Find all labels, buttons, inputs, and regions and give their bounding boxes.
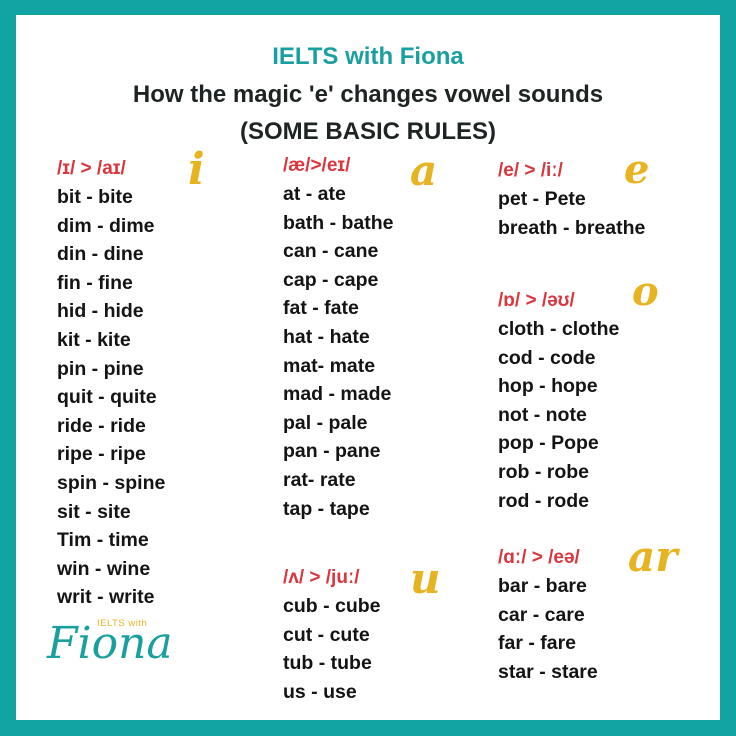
word-pair: kit - kite — [57, 328, 131, 351]
letter-a-icon: a — [410, 146, 438, 195]
word-pair: bit - bite — [57, 186, 133, 208]
word-pair: pin - pine — [57, 357, 144, 380]
word-pair: star - stare — [498, 660, 598, 683]
page-title: How the magic 'e' changes vowel sounds — [132, 81, 604, 108]
ipa-rule: /ɒ/ > /əʊ/ — [498, 290, 575, 311]
letter-u-icon: u — [410, 554, 441, 603]
word-pair: ripe - ripe — [57, 443, 146, 466]
ipa-rule: /ɑː/ > /eə/ — [498, 547, 580, 568]
word-pair: cap - cape — [283, 268, 379, 291]
word-pair: pal - pale — [283, 411, 368, 434]
vowel-group-ar: /ɑː/ > /eə/ bar - bare car - care far - … — [498, 544, 598, 686]
ipa-rule: /ɪ/ > /aɪ/ — [57, 158, 126, 179]
word-pair: can - cane — [283, 240, 379, 263]
word-pair: fin - fine — [57, 271, 133, 294]
letter-ar-icon: ar — [628, 532, 678, 581]
word-pair: tub - tube — [283, 652, 372, 675]
word-pair: breath - breathe — [498, 216, 646, 239]
brand-title: IELTS with Fiona — [272, 43, 464, 70]
word-pair: tap - tape — [283, 497, 370, 520]
word-pair: rob - robe — [498, 460, 589, 483]
word-pair: hid - hide — [57, 300, 144, 323]
word-pair: cod - code — [498, 346, 596, 369]
page-subtitle: (SOME BASIC RULES) — [239, 118, 496, 145]
word-pair: rat- rate — [283, 468, 356, 491]
word-pair: mad - made — [283, 383, 392, 406]
word-pair: mat- mate — [283, 354, 376, 377]
word-pair: dim - dime — [57, 214, 155, 237]
word-pair: fat - fate — [283, 297, 359, 320]
ipa-rule: /ʌ/ > /juː/ — [283, 567, 360, 588]
logo: IELTS with Fiona — [47, 612, 177, 702]
word-pair: din - dine — [57, 243, 144, 266]
word-pair: bath - bathe — [283, 211, 394, 234]
word-pair: us - use — [283, 680, 357, 703]
word-pair: writ - write — [57, 586, 155, 609]
word-pair: pan - pane — [283, 440, 381, 463]
word-pair: quit - quite — [57, 386, 157, 409]
word-pair: win - wine — [57, 557, 151, 580]
letter-o-icon: o — [632, 268, 659, 315]
word-pair: rod - rode — [498, 489, 589, 512]
vowel-group-i: /ɪ/ > /aɪ/ bit - bite dim - dime din - d… — [57, 155, 165, 612]
word-pair: cloth - clothe — [498, 318, 620, 340]
vowel-group-a: /æ/>/eɪ/ at - ate bath - bathe can - can… — [283, 152, 394, 523]
word-pair: Tim - time — [57, 529, 149, 552]
word-pair: car - care — [498, 603, 585, 626]
word-pair: cub - cube — [283, 595, 381, 617]
word-pair: pop - Pope — [498, 432, 599, 455]
logo-script-text: Fiona — [47, 618, 173, 669]
letter-e-icon: e — [624, 146, 650, 193]
word-pair: bar - bare — [498, 575, 587, 597]
letter-i-icon: i — [188, 144, 205, 195]
word-pair: at - ate — [283, 183, 346, 205]
word-pair: not - note — [498, 403, 587, 426]
vowel-group-u: /ʌ/ > /juː/ cub - cube cut - cute tub - … — [283, 564, 381, 706]
word-pair: spin - spine — [57, 471, 166, 494]
word-pair: far - fare — [498, 632, 577, 655]
ipa-rule: /æ/>/eɪ/ — [283, 155, 351, 176]
word-pair: ride - ride — [57, 414, 146, 437]
word-pair: sit - site — [57, 500, 131, 523]
vowel-group-o: /ɒ/ > /əʊ/ cloth - clothe cod - code hop… — [498, 287, 619, 515]
word-pair: hop - hope — [498, 375, 598, 398]
word-pair: hat - hate — [283, 325, 370, 348]
word-pair: cut - cute — [283, 623, 370, 646]
